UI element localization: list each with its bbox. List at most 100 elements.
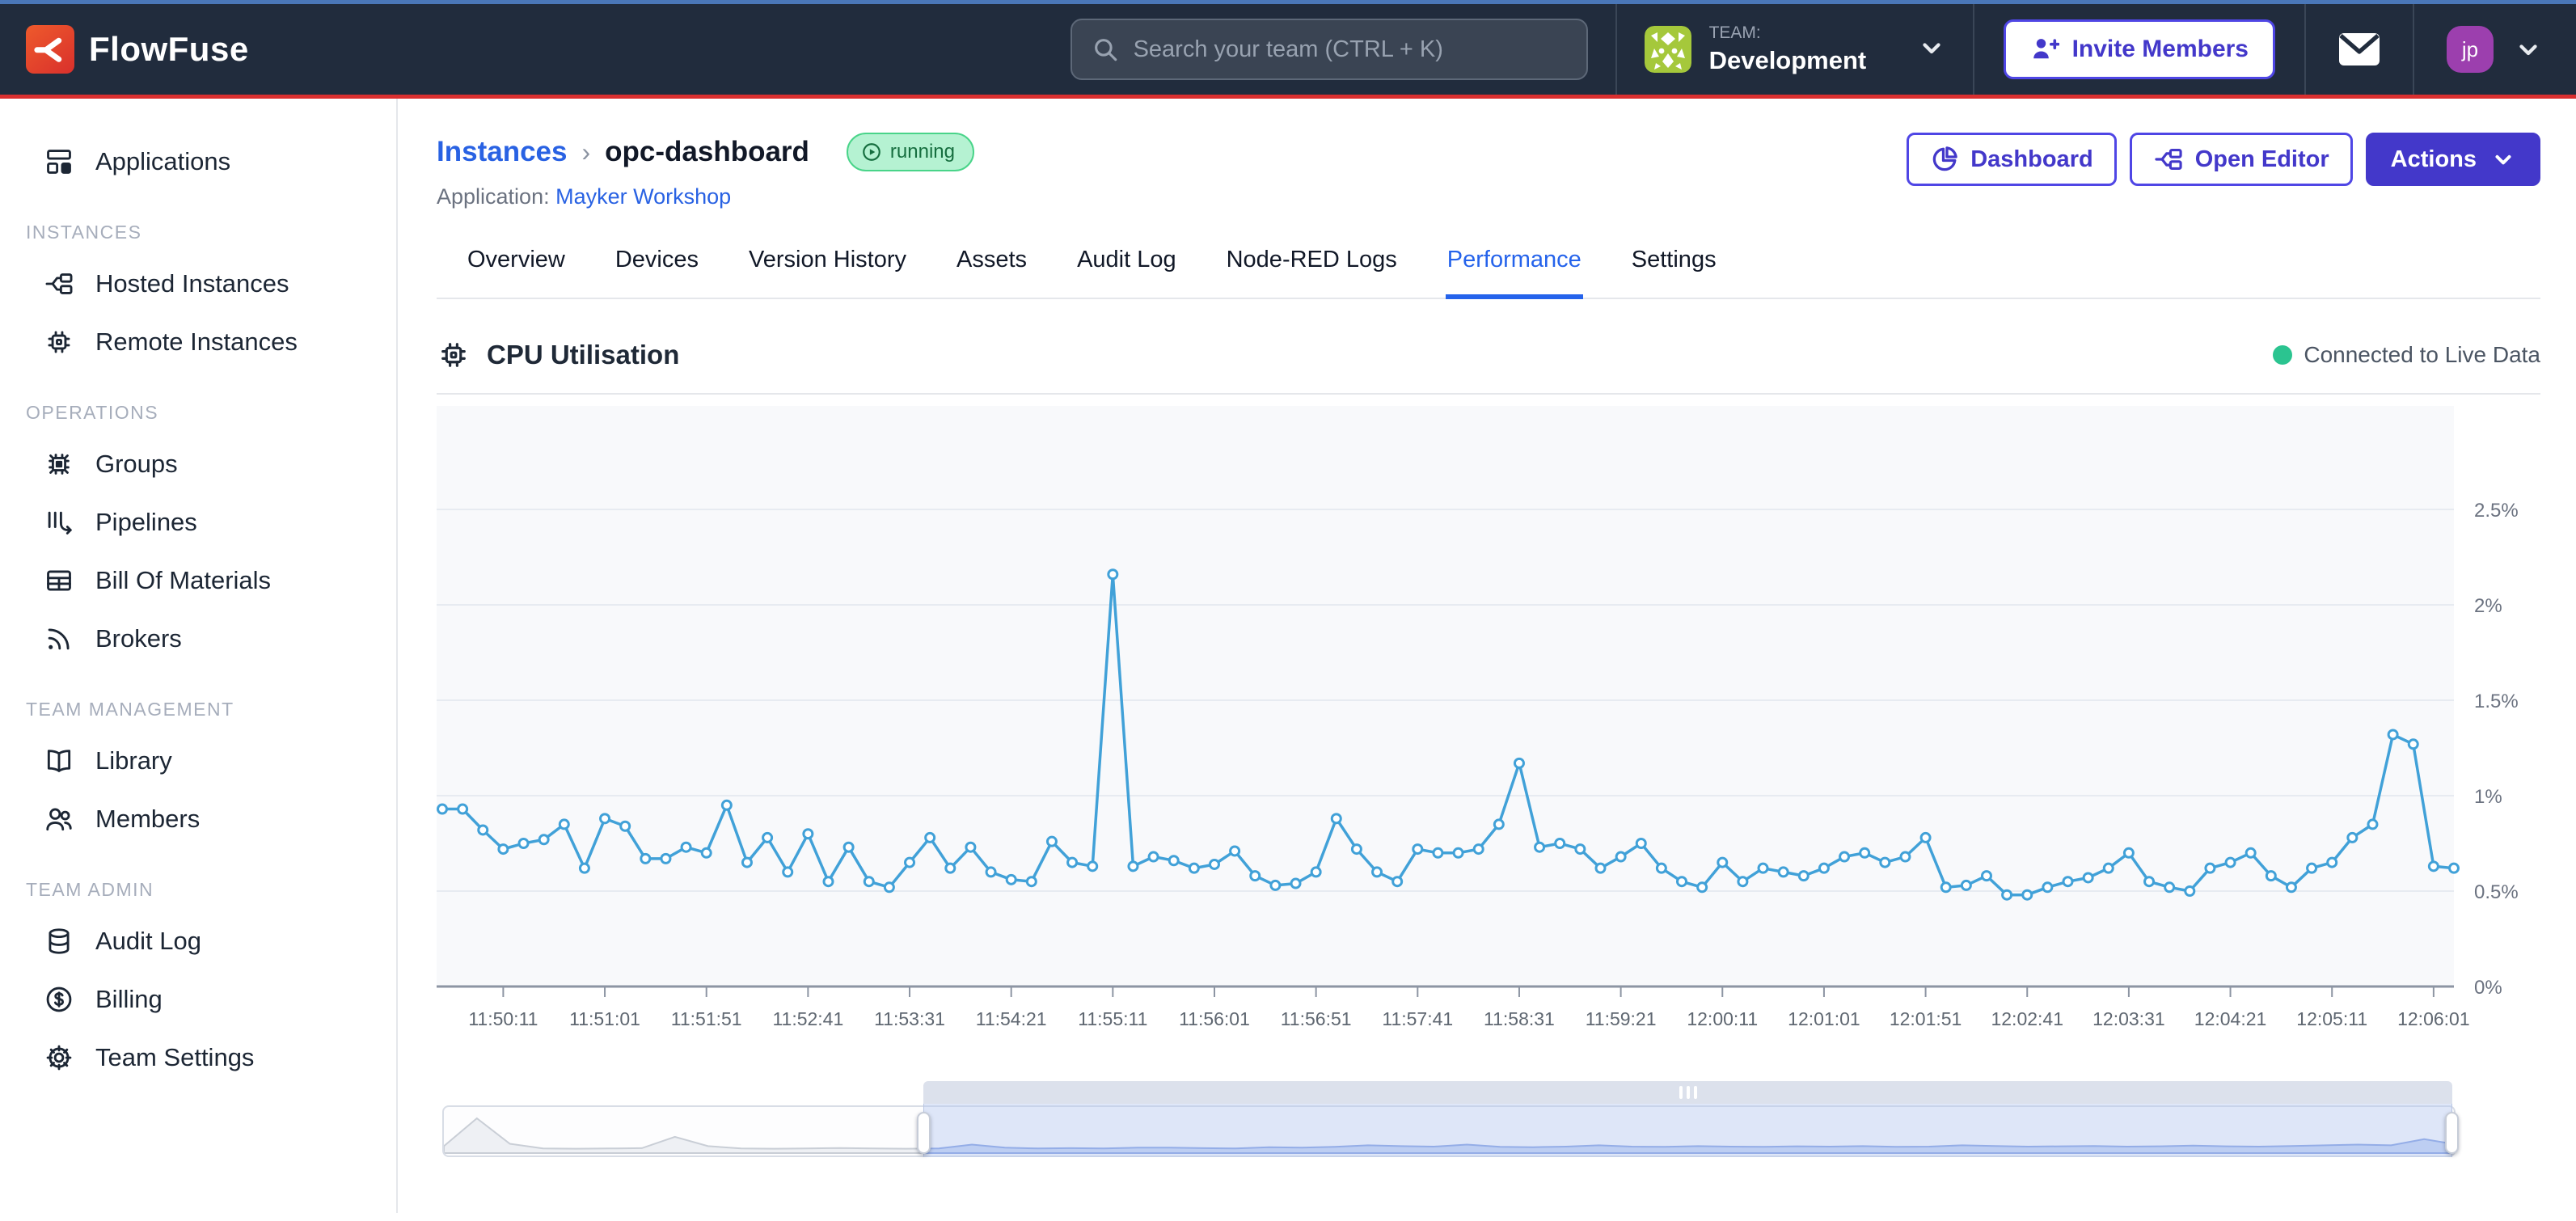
rss-icon — [44, 623, 74, 654]
application-link[interactable]: Mayker Workshop — [555, 184, 731, 209]
cpu-chart-area: 0%0.5%1%1.5%2%2.5%11:50:1111:51:0111:51:… — [437, 406, 2540, 1049]
search-input[interactable] — [1134, 36, 1567, 63]
svg-text:12:04:21: 12:04:21 — [2194, 1008, 2267, 1029]
sidebar-item-remote-instances[interactable]: Remote Instances — [0, 313, 396, 371]
tab-performance[interactable]: Performance — [1446, 242, 1583, 299]
user-menu[interactable]: jp — [2414, 26, 2542, 73]
svg-text:11:55:11: 11:55:11 — [1078, 1008, 1147, 1029]
brush-right-handle[interactable] — [2445, 1112, 2459, 1154]
header-actions: Dashboard Open Editor Actions — [1907, 133, 2540, 186]
gear-icon — [44, 1042, 74, 1073]
breadcrumb-separator: › — [581, 137, 590, 167]
sidebar-item-applications[interactable]: Applications — [0, 133, 396, 191]
sidebar-item-label: Groups — [95, 450, 178, 479]
chevron-down-icon — [2491, 147, 2515, 171]
svg-text:12:02:41: 12:02:41 — [1991, 1008, 2063, 1029]
brand-name: FlowFuse — [89, 30, 249, 69]
live-dot-icon — [2273, 345, 2292, 365]
live-status-label: Connected to Live Data — [2304, 342, 2540, 368]
tab-node-red-logs[interactable]: Node-RED Logs — [1225, 242, 1399, 299]
bom-icon — [44, 565, 74, 596]
svg-text:11:56:01: 11:56:01 — [1179, 1008, 1250, 1029]
flowfuse-brand[interactable]: FlowFuse — [26, 25, 249, 74]
chart-title: CPU Utilisation — [487, 340, 679, 370]
sidebar-item-billing[interactable]: Billing — [0, 970, 396, 1029]
main-content: Instances › opc-dashboard running Applic… — [398, 99, 2576, 1213]
svg-text:12:05:11: 12:05:11 — [2296, 1008, 2367, 1029]
sidebar-item-label: Billing — [95, 985, 163, 1014]
svg-text:1%: 1% — [2474, 786, 2502, 808]
chart-header: CPU Utilisation Connected to Live Data — [437, 338, 2540, 395]
sidebar-section-operations: OPERATIONS — [0, 371, 396, 435]
chip-icon — [44, 327, 74, 357]
flowfuse-logo-icon — [26, 25, 74, 74]
sidebar-section-team-management: TEAM MANAGEMENT — [0, 668, 396, 732]
brush-selection-body[interactable] — [923, 1104, 2452, 1157]
open-editor-button[interactable]: Open Editor — [2130, 133, 2353, 186]
application-label: Application: — [437, 184, 550, 209]
svg-text:0.5%: 0.5% — [2474, 881, 2519, 903]
sidebar-item-library[interactable]: Library — [0, 732, 396, 790]
sidebar-item-groups[interactable]: Groups — [0, 435, 396, 493]
branch-icon — [2153, 144, 2184, 175]
brush-left-handle[interactable] — [917, 1112, 931, 1154]
dashboard-label: Dashboard — [1970, 146, 2092, 173]
sidebar-item-members[interactable]: Members — [0, 790, 396, 848]
svg-text:11:54:21: 11:54:21 — [976, 1008, 1047, 1029]
svg-text:11:50:11: 11:50:11 — [468, 1008, 538, 1029]
sidebar-item-hosted-instances[interactable]: Hosted Instances — [0, 255, 396, 313]
brush-selection[interactable] — [923, 1081, 2452, 1157]
svg-text:11:57:41: 11:57:41 — [1382, 1008, 1453, 1029]
play-circle-icon — [861, 142, 882, 163]
grip-icon — [1679, 1086, 1683, 1099]
sidebar-item-label: Pipelines — [95, 508, 197, 537]
search-icon — [1092, 36, 1119, 63]
sidebar-item-pipelines[interactable]: Pipelines — [0, 493, 396, 551]
team-label: TEAM: — [1709, 23, 1900, 43]
tab-overview[interactable]: Overview — [466, 242, 567, 299]
svg-text:11:58:31: 11:58:31 — [1484, 1008, 1555, 1029]
team-search[interactable] — [1071, 19, 1588, 80]
grip-icon — [1687, 1086, 1690, 1099]
user-plus-icon — [2030, 35, 2059, 64]
tab-devices[interactable]: Devices — [614, 242, 700, 299]
actions-button[interactable]: Actions — [2366, 133, 2540, 186]
breadcrumb: Instances › opc-dashboard running — [437, 133, 974, 171]
time-range-brush[interactable] — [437, 1081, 2540, 1159]
chart-title-block: CPU Utilisation — [437, 338, 679, 372]
tab-assets[interactable]: Assets — [955, 242, 1028, 299]
users-icon — [44, 804, 74, 834]
cpu-utilisation-chart: 0%0.5%1%1.5%2%2.5%11:50:1111:51:0111:51:… — [437, 406, 2540, 1045]
svg-text:0%: 0% — [2474, 977, 2502, 999]
notifications-button[interactable] — [2306, 32, 2413, 66]
pie-chart-icon — [1930, 145, 1959, 174]
svg-text:12:01:01: 12:01:01 — [1788, 1008, 1860, 1029]
tab-audit-log[interactable]: Audit Log — [1075, 242, 1178, 299]
sidebar-item-label: Brokers — [95, 624, 182, 653]
sidebar-item-audit-log[interactable]: Audit Log — [0, 912, 396, 970]
page-title: opc-dashboard — [605, 136, 809, 168]
applications-icon — [44, 146, 74, 177]
top-navbar: FlowFuse — [0, 0, 2576, 99]
application-line: Application: Mayker Workshop — [437, 184, 974, 209]
breadcrumb-instances-link[interactable]: Instances — [437, 136, 567, 168]
grip-icon — [1694, 1086, 1697, 1099]
sidebar-item-bill-of-materials[interactable]: Bill Of Materials — [0, 551, 396, 610]
svg-text:12:01:51: 12:01:51 — [1890, 1008, 1962, 1029]
tab-version-history[interactable]: Version History — [747, 242, 908, 299]
svg-text:11:51:51: 11:51:51 — [671, 1008, 742, 1029]
sidebar-item-team-settings[interactable]: Team Settings — [0, 1029, 396, 1087]
invite-members-label: Invite Members — [2072, 36, 2249, 63]
sidebar-item-brokers[interactable]: Brokers — [0, 610, 396, 668]
status-label: running — [890, 141, 955, 163]
sidebar-item-label: Library — [95, 746, 172, 775]
pipelines-icon — [44, 507, 74, 538]
tab-settings[interactable]: Settings — [1630, 242, 1718, 299]
brush-drag-bar[interactable] — [923, 1081, 2452, 1104]
open-editor-label: Open Editor — [2195, 146, 2329, 173]
page-header: Instances › opc-dashboard running Applic… — [437, 133, 2540, 209]
team-selector[interactable]: TEAM: Development — [1617, 23, 1973, 75]
dashboard-button[interactable]: Dashboard — [1907, 133, 2116, 186]
live-indicator: Connected to Live Data — [2273, 342, 2540, 368]
invite-members-button[interactable]: Invite Members — [2004, 19, 2275, 79]
